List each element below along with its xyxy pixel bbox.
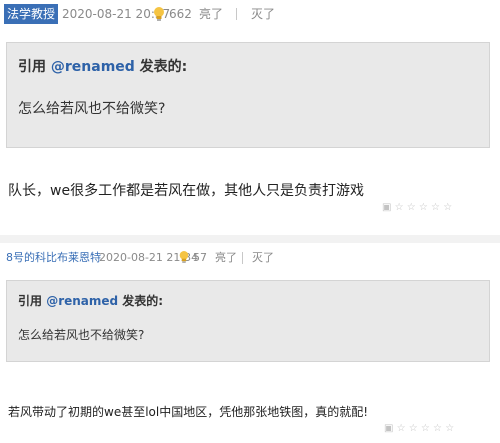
comment-meta: 8号的科比布莱恩特 2020-08-21 21:34 57 亮了 灭了	[0, 248, 500, 268]
quote-prefix: 引用	[18, 294, 47, 308]
quote-text: 怎么给若风也不给微笑?	[18, 101, 166, 117]
like-count: 57	[193, 251, 207, 264]
section-divider	[0, 235, 500, 243]
username[interactable]: 8号的科比布莱恩特	[6, 248, 101, 268]
quote-header: 引用 @renamed 发表的:	[18, 56, 187, 76]
username[interactable]: 法学教授	[4, 4, 59, 24]
comment-2: 8号的科比布莱恩特 2020-08-21 21:34 57 亮了 灭了 引用 @…	[0, 243, 500, 443]
quote-text: 怎么给若风也不给微笑?	[18, 328, 145, 342]
like-count: 662	[169, 7, 192, 21]
dislike-button[interactable]: 灭了	[252, 248, 274, 268]
dislike-button[interactable]: 灭了	[251, 4, 275, 24]
like-button[interactable]: 亮了	[215, 248, 237, 268]
quote-box: 引用 @renamed 发表的: 怎么给若风也不给微笑?	[6, 42, 490, 148]
quote-suffix: 发表的:	[134, 59, 188, 75]
watermark: ▣ ☆ ☆ ☆ ☆ ☆	[382, 202, 453, 213]
divider	[236, 8, 237, 20]
lightbulb-icon	[152, 6, 166, 28]
divider	[242, 252, 243, 264]
lightbulb-icon	[178, 250, 190, 270]
quote-user-link[interactable]: @renamed	[51, 59, 135, 75]
quote-header: 引用 @renamed 发表的:	[18, 292, 163, 309]
quote-user-link[interactable]: @renamed	[46, 294, 118, 308]
reply-text: 队长，we很多工作都是若风在做，其他人只是负责打游戏	[8, 183, 365, 199]
quote-suffix: 发表的:	[118, 294, 164, 308]
comment-1: 法学教授 2020-08-21 20:57 662 亮了 灭了 引用 @rena…	[0, 0, 500, 235]
quote-prefix: 引用	[18, 59, 51, 75]
watermark: ▣ ☆ ☆ ☆ ☆ ☆	[384, 423, 455, 434]
comment-meta: 法学教授 2020-08-21 20:57 662 亮了 灭了	[0, 4, 500, 24]
reply-text: 若风带动了初期的we甚至lol中国地区，凭他那张地铁图，真的就配!	[8, 405, 369, 419]
like-button[interactable]: 亮了	[199, 4, 223, 24]
quote-box: 引用 @renamed 发表的: 怎么给若风也不给微笑?	[6, 280, 490, 362]
